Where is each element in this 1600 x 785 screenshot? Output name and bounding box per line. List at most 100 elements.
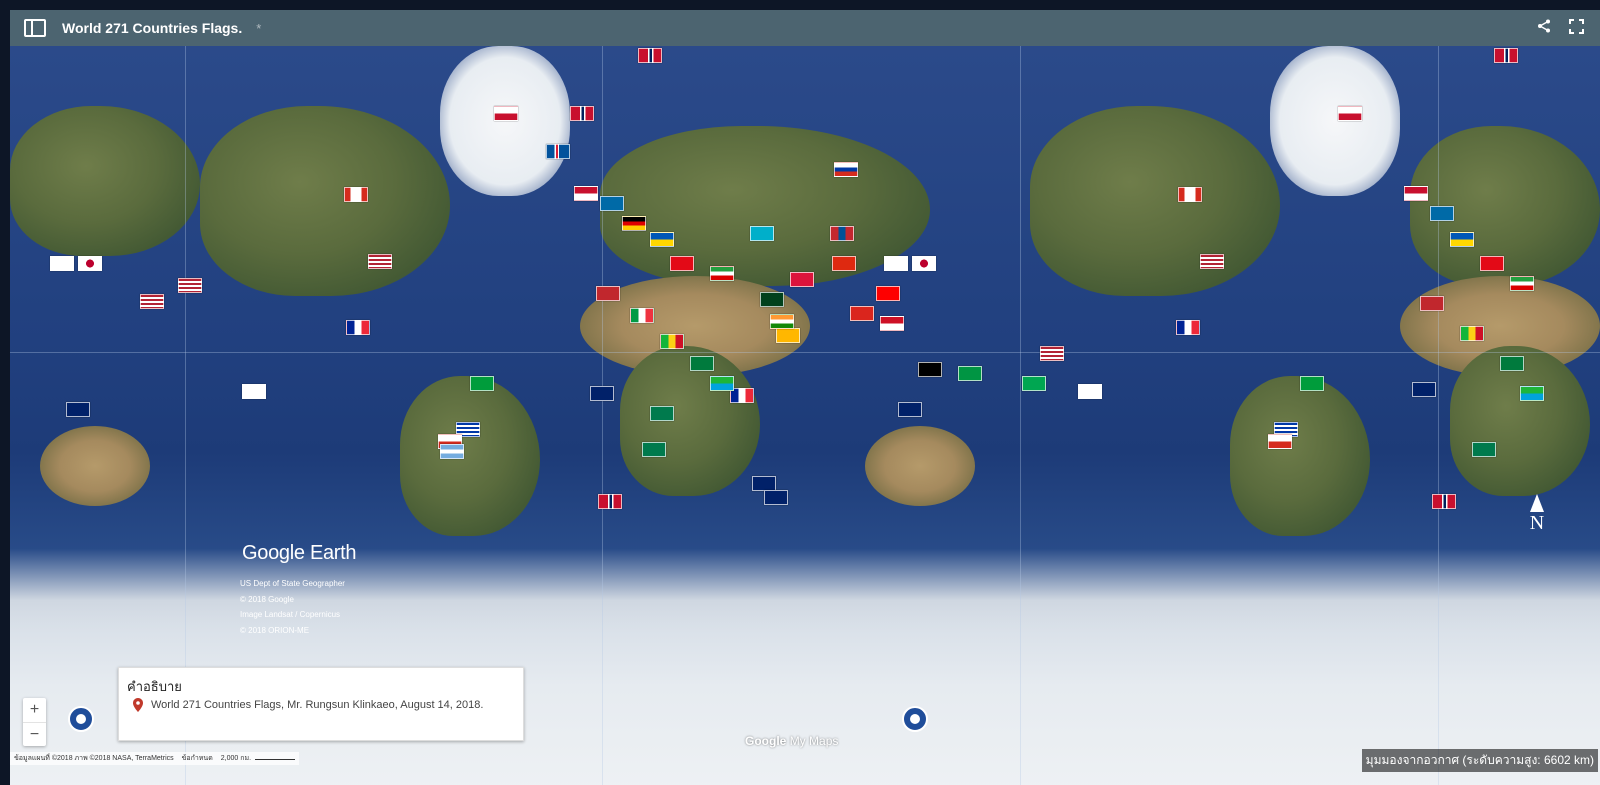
flag-cluster[interactable] bbox=[1460, 326, 1484, 341]
flag-usa[interactable] bbox=[368, 254, 392, 269]
zoom-in-button[interactable]: + bbox=[23, 698, 46, 722]
flag-iceland[interactable] bbox=[546, 144, 570, 159]
flag-cluster[interactable] bbox=[1022, 376, 1046, 391]
flag-brazil-2[interactable] bbox=[1300, 376, 1324, 391]
sidebar-toggle-icon[interactable] bbox=[24, 19, 46, 37]
flag-china[interactable] bbox=[832, 256, 856, 271]
zoom-out-button[interactable]: − bbox=[23, 722, 46, 746]
flag-canada-2[interactable] bbox=[1178, 187, 1202, 202]
land-eurasia bbox=[600, 126, 930, 286]
header-actions bbox=[1537, 18, 1584, 38]
scale-line bbox=[255, 759, 296, 760]
scale-bar[interactable]: 2,000 กม. bbox=[220, 753, 296, 764]
flag-cluster[interactable] bbox=[710, 376, 734, 391]
flag-usa-4[interactable] bbox=[178, 278, 202, 293]
flag-cluster[interactable] bbox=[710, 266, 734, 281]
fullscreen-icon[interactable] bbox=[1569, 18, 1584, 38]
flag-french-southern[interactable] bbox=[764, 490, 788, 505]
flag-usa-3[interactable] bbox=[140, 294, 164, 309]
flag-usa-2[interactable] bbox=[1200, 254, 1224, 269]
app-window: Google Earth US Dept of State Geographer… bbox=[0, 0, 1600, 785]
flag-cluster[interactable] bbox=[600, 196, 624, 211]
flag-cluster[interactable] bbox=[1500, 356, 1524, 371]
flag-cluster[interactable] bbox=[574, 186, 598, 201]
flag-cluster[interactable] bbox=[690, 356, 714, 371]
flag-cluster[interactable] bbox=[622, 216, 646, 231]
attribution-line: © 2018 ORION-ME bbox=[240, 625, 310, 635]
land-australia-2 bbox=[865, 426, 975, 506]
legend-title: คำอธิบาย bbox=[127, 679, 182, 694]
flag-cluster[interactable] bbox=[1520, 386, 1544, 401]
flag-cluster[interactable] bbox=[650, 232, 674, 247]
flag-cluster[interactable] bbox=[1404, 186, 1428, 201]
flag-vietnam[interactable] bbox=[850, 306, 874, 321]
flag-norway-2[interactable] bbox=[1494, 48, 1518, 63]
flag-south-korea-2[interactable] bbox=[884, 256, 908, 271]
flag-cluster[interactable] bbox=[650, 406, 674, 421]
flag-india[interactable] bbox=[770, 314, 794, 329]
compass-label: N bbox=[1529, 512, 1545, 534]
flag-south-africa[interactable] bbox=[642, 442, 666, 457]
flag-greenland-2[interactable] bbox=[1338, 106, 1362, 121]
flag-canada[interactable] bbox=[344, 187, 368, 202]
flag-nepal[interactable] bbox=[790, 272, 814, 287]
flag-france[interactable] bbox=[346, 320, 370, 335]
flag-australia-2[interactable] bbox=[898, 402, 922, 417]
flag-france-2[interactable] bbox=[1176, 320, 1200, 335]
flag-japan[interactable] bbox=[78, 256, 102, 271]
flag-argentina[interactable] bbox=[440, 444, 464, 459]
flag-cluster[interactable] bbox=[1420, 296, 1444, 311]
flag-russia[interactable] bbox=[834, 162, 858, 177]
gridline bbox=[1438, 46, 1439, 785]
flag-cluster[interactable] bbox=[596, 286, 620, 301]
flag-uk[interactable] bbox=[590, 386, 614, 401]
compass-north-indicator[interactable]: N bbox=[1524, 494, 1550, 540]
flag-heard-island[interactable] bbox=[752, 476, 776, 491]
antarctica-emblem[interactable] bbox=[68, 706, 94, 732]
flag-kazakhstan[interactable] bbox=[750, 226, 774, 241]
flag-solomon[interactable] bbox=[958, 366, 982, 381]
flag-australia[interactable] bbox=[66, 402, 90, 417]
flag-bouvet[interactable] bbox=[598, 494, 622, 509]
share-icon[interactable] bbox=[1537, 19, 1551, 37]
gridline bbox=[602, 46, 603, 785]
flag-cluster[interactable] bbox=[630, 308, 654, 323]
flag-indonesia[interactable] bbox=[880, 316, 904, 331]
flag-bouvet-2[interactable] bbox=[1432, 494, 1456, 509]
flag-cluster[interactable] bbox=[1040, 346, 1064, 361]
flag-cluster[interactable] bbox=[1510, 276, 1534, 291]
flag-cluster[interactable] bbox=[1480, 256, 1504, 271]
map-pin-icon bbox=[133, 698, 143, 712]
flag-taiwan[interactable] bbox=[876, 286, 900, 301]
land-australia bbox=[40, 426, 150, 506]
gridline bbox=[10, 352, 1600, 353]
flag-cluster[interactable] bbox=[1430, 206, 1454, 221]
flag-uk-2[interactable] bbox=[1412, 382, 1436, 397]
flag-papua[interactable] bbox=[918, 362, 942, 377]
flag-cluster[interactable] bbox=[1450, 232, 1474, 247]
flag-south-africa-2[interactable] bbox=[1472, 442, 1496, 457]
attribution-line: © 2018 Google bbox=[240, 594, 294, 604]
flag-south-korea[interactable] bbox=[50, 256, 74, 271]
land-south-america-2 bbox=[1230, 376, 1370, 536]
land-greenland bbox=[440, 46, 570, 196]
terms-link[interactable]: ข้อกำหนด bbox=[182, 753, 213, 764]
flag-norway[interactable] bbox=[638, 48, 662, 63]
flag-svalbard[interactable] bbox=[570, 106, 594, 121]
flag-pakistan[interactable] bbox=[760, 292, 784, 307]
flag-brazil[interactable] bbox=[470, 376, 494, 391]
antarctica-emblem-2[interactable] bbox=[902, 706, 928, 732]
flag-chile-2[interactable] bbox=[1268, 434, 1292, 449]
land-greenland-2 bbox=[1270, 46, 1400, 196]
flag-cluster[interactable] bbox=[660, 334, 684, 349]
legend-item-label[interactable]: World 271 Countries Flags, Mr. Rungsun K… bbox=[151, 699, 483, 711]
flag-french-polynesia[interactable] bbox=[1078, 384, 1102, 399]
flag-mongolia[interactable] bbox=[830, 226, 854, 241]
flag-greenland[interactable] bbox=[494, 106, 518, 121]
flag-cluster[interactable] bbox=[670, 256, 694, 271]
flag-japan-2[interactable] bbox=[912, 256, 936, 271]
flag-sri-lanka[interactable] bbox=[776, 328, 800, 343]
flag-peru[interactable] bbox=[242, 384, 266, 399]
scale-label: 2,000 กม. bbox=[220, 755, 252, 762]
google-mymaps-logo: Google My Maps bbox=[745, 734, 838, 748]
